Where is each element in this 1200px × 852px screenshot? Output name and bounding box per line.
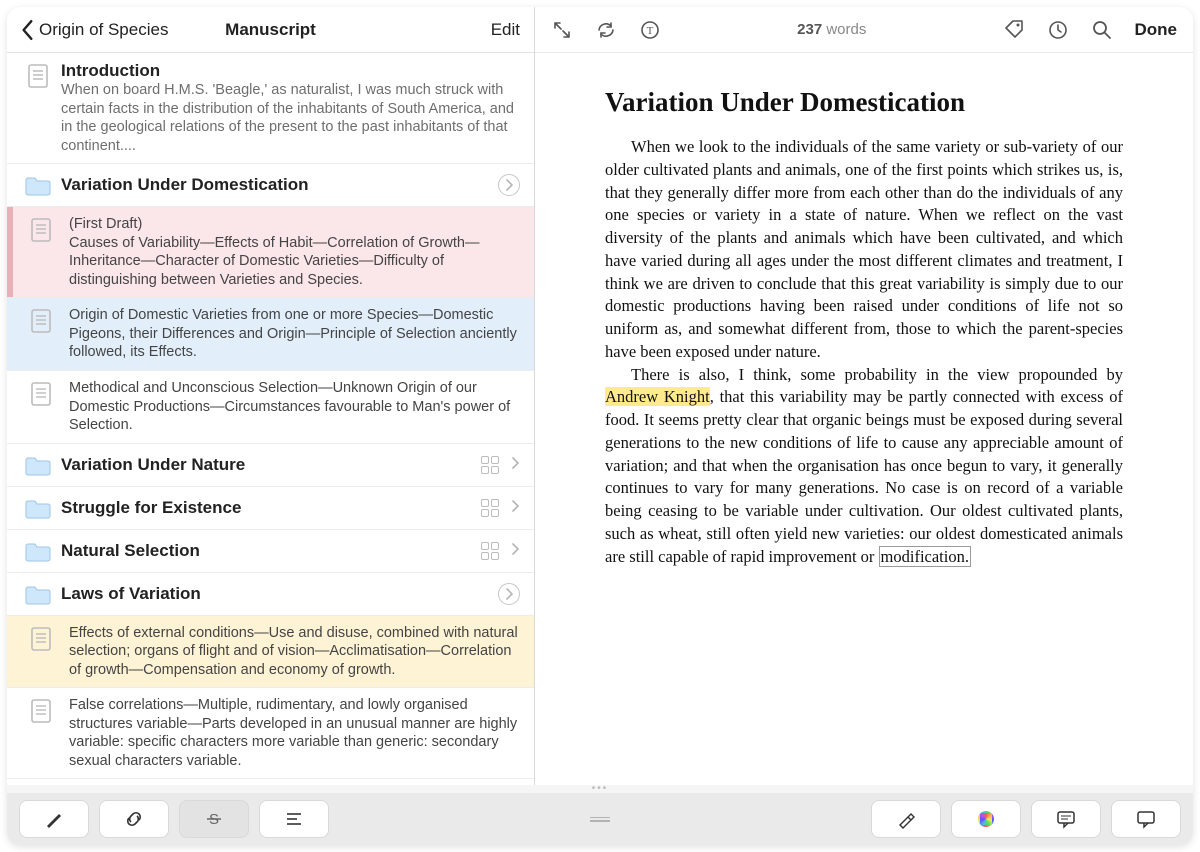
list-item[interactable]: (First Draft)Causes of Variability—Effec… bbox=[7, 207, 534, 298]
split-handle[interactable]: ••• bbox=[7, 785, 1193, 793]
expand-icon[interactable] bbox=[551, 19, 573, 41]
editor-pane: T 237 words Done Variation Under Domesti… bbox=[535, 7, 1193, 785]
list-item[interactable]: Methodical and Unconscious Selection—Unk… bbox=[7, 371, 534, 444]
folder-icon bbox=[25, 542, 51, 562]
folder-variation-nature[interactable]: Variation Under Nature bbox=[7, 444, 534, 487]
editor-toolbar: T 237 words Done bbox=[535, 7, 1193, 53]
word-count: 237 words bbox=[797, 21, 866, 38]
folder-icon bbox=[25, 456, 51, 476]
compose-button[interactable] bbox=[19, 800, 89, 838]
item-synopsis: Origin of Domestic Varieties from one or… bbox=[69, 306, 524, 362]
color-button[interactable] bbox=[951, 800, 1021, 838]
history-icon[interactable] bbox=[1047, 19, 1069, 41]
selection-box: modification. bbox=[879, 546, 971, 567]
document-icon bbox=[30, 217, 52, 243]
chevron-right-icon[interactable] bbox=[510, 499, 520, 517]
sync-icon[interactable] bbox=[595, 19, 617, 41]
folder-natural-selection[interactable]: Natural Selection bbox=[7, 530, 534, 573]
folder-struggle[interactable]: Struggle for Existence bbox=[7, 487, 534, 530]
grid-icon[interactable] bbox=[480, 498, 500, 518]
link-button[interactable] bbox=[99, 800, 169, 838]
grid-icon[interactable] bbox=[480, 455, 500, 475]
back-button[interactable]: Origin of Species bbox=[21, 19, 168, 41]
done-button[interactable]: Done bbox=[1135, 20, 1178, 40]
disclosure-button[interactable] bbox=[498, 174, 520, 196]
document-title: Variation Under Domestication bbox=[605, 87, 1123, 118]
folder-icon bbox=[25, 176, 51, 196]
binder-list: Introduction When on board H.M.S. 'Beagl… bbox=[7, 53, 534, 785]
edit-button[interactable]: Edit bbox=[491, 20, 520, 40]
item-synopsis: Effects of external conditions—Use and d… bbox=[69, 624, 524, 680]
editor-content[interactable]: Variation Under Domestication When we lo… bbox=[535, 53, 1193, 785]
chevron-left-icon bbox=[21, 19, 35, 41]
folder-variation-domestication[interactable]: Variation Under Domestication bbox=[7, 164, 534, 207]
document-icon bbox=[30, 698, 52, 724]
svg-text:T: T bbox=[647, 25, 654, 37]
list-item[interactable]: False correlations—Multiple, rudimentary… bbox=[7, 688, 534, 779]
chevron-right-icon bbox=[504, 179, 514, 191]
chevron-right-icon[interactable] bbox=[510, 542, 520, 560]
strikethrough-button[interactable]: S bbox=[179, 800, 249, 838]
item-title: Introduction bbox=[61, 61, 520, 81]
document-icon bbox=[30, 308, 52, 334]
comment-button[interactable] bbox=[1031, 800, 1101, 838]
binder-pane: Origin of Species Manuscript Edit Introd… bbox=[7, 7, 535, 785]
folder-title: Natural Selection bbox=[61, 541, 480, 561]
chevron-right-icon[interactable] bbox=[510, 456, 520, 474]
item-synopsis: Methodical and Unconscious Selection—Unk… bbox=[69, 379, 524, 435]
document-body[interactable]: When we look to the individuals of the s… bbox=[605, 136, 1123, 569]
list-item[interactable]: Origin of Domestic Varieties from one or… bbox=[7, 298, 534, 371]
bottom-toolbar: S bbox=[7, 793, 1193, 845]
tag-icon[interactable] bbox=[1003, 19, 1025, 41]
note-button[interactable] bbox=[1111, 800, 1181, 838]
folder-laws-variation[interactable]: Laws of Variation bbox=[7, 573, 534, 616]
folder-icon bbox=[25, 585, 51, 605]
align-button[interactable] bbox=[259, 800, 329, 838]
document-icon bbox=[30, 381, 52, 407]
search-icon[interactable] bbox=[1091, 19, 1113, 41]
folder-title: Variation Under Domestication bbox=[61, 175, 498, 195]
toolbar-grip[interactable] bbox=[339, 817, 861, 822]
list-item[interactable]: Effects of external conditions—Use and d… bbox=[7, 616, 534, 689]
chevron-right-icon bbox=[504, 588, 514, 600]
folder-icon bbox=[25, 499, 51, 519]
item-synopsis: False correlations—Multiple, rudimentary… bbox=[69, 696, 524, 770]
grid-icon[interactable] bbox=[480, 541, 500, 561]
back-label: Origin of Species bbox=[39, 20, 168, 40]
document-icon bbox=[27, 63, 49, 89]
folder-title: Laws of Variation bbox=[61, 584, 498, 604]
rainbow-icon bbox=[978, 811, 994, 827]
document-icon bbox=[30, 626, 52, 652]
binder-titlebar: Origin of Species Manuscript Edit bbox=[7, 7, 534, 53]
list-item-introduction[interactable]: Introduction When on board H.M.S. 'Beagl… bbox=[7, 53, 534, 164]
highlighter-button[interactable] bbox=[871, 800, 941, 838]
item-synopsis: (First Draft)Causes of Variability—Effec… bbox=[69, 215, 524, 289]
typewriter-icon[interactable]: T bbox=[639, 19, 661, 41]
folder-title: Struggle for Existence bbox=[61, 498, 480, 518]
folder-title: Variation Under Nature bbox=[61, 455, 480, 475]
highlight: Andrew Knight bbox=[605, 387, 710, 406]
item-synopsis: When on board H.M.S. 'Beagle,' as natura… bbox=[61, 81, 520, 155]
disclosure-button[interactable] bbox=[498, 583, 520, 605]
